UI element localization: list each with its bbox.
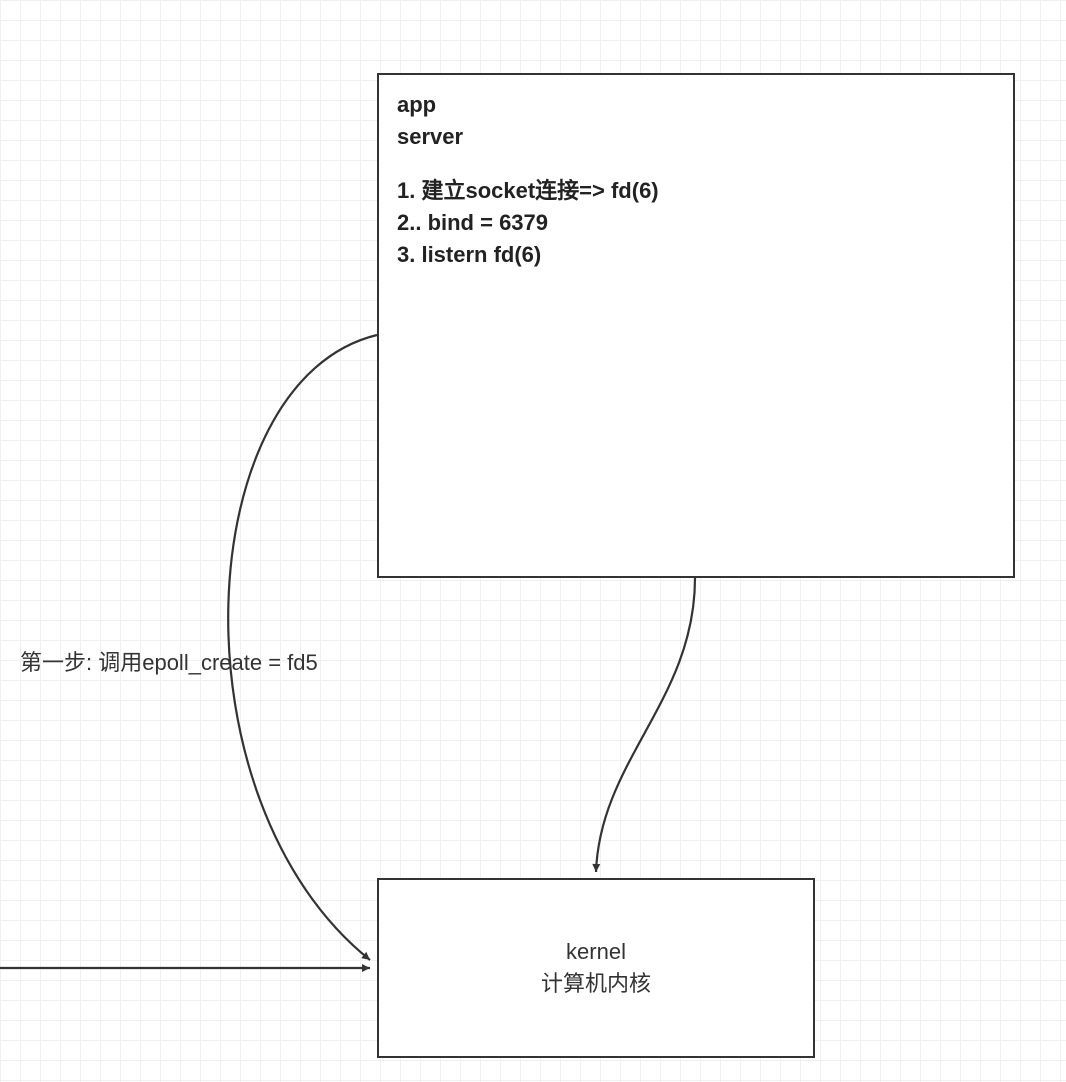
app-line-1: app bbox=[397, 89, 995, 121]
app-step-1: 1. 建立socket连接=> fd(6) bbox=[397, 175, 995, 207]
app-server-node: app server 1. 建立socket连接=> fd(6) 2.. bin… bbox=[377, 73, 1015, 578]
edge-label-step1: 第一步: 调用epoll_create = fd5 bbox=[20, 645, 318, 677]
kernel-node: kernel 计算机内核 bbox=[377, 878, 815, 1058]
diagram-canvas: app server 1. 建立socket连接=> fd(6) 2.. bin… bbox=[0, 0, 1066, 1082]
app-step-2: 2.. bind = 6379 bbox=[397, 207, 995, 239]
kernel-line-1: kernel bbox=[566, 936, 626, 968]
spacer bbox=[397, 153, 995, 175]
app-step-3: 3. listern fd(6) bbox=[397, 239, 995, 271]
kernel-line-2: 计算机内核 bbox=[541, 968, 651, 1000]
app-line-2: server bbox=[397, 121, 995, 153]
